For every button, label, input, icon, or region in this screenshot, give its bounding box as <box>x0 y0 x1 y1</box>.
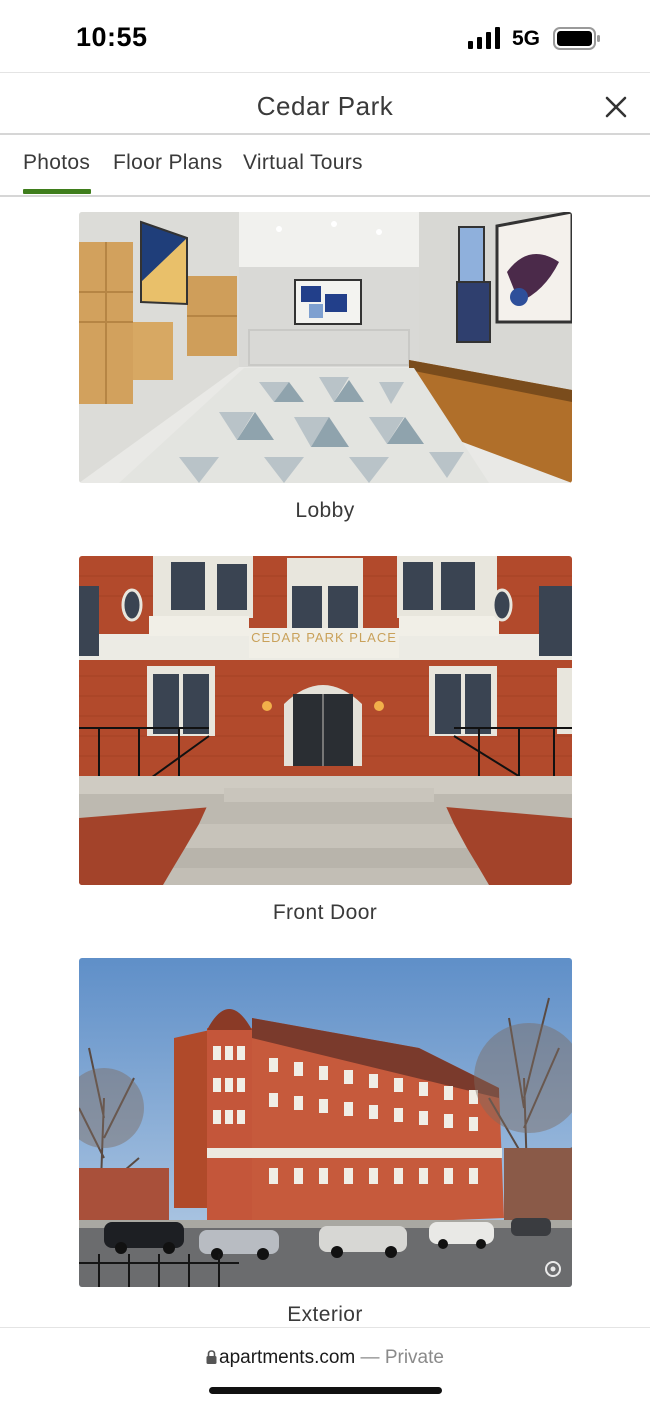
photo-caption: Lobby <box>295 499 355 522</box>
status-time: 10:55 <box>76 22 148 52</box>
signal-bars-icon <box>468 27 500 49</box>
photo-exterior[interactable] <box>79 958 572 1287</box>
photo-front-door[interactable] <box>79 556 572 885</box>
page-title: Cedar Park <box>256 91 394 121</box>
media-tabs: Photos Floor Plans Virtual Tours <box>0 135 650 197</box>
status-bar: 10:55 5G <box>0 0 650 72</box>
tab-virtual-tours[interactable]: Virtual Tours <box>243 151 363 175</box>
private-label: — Private <box>355 1347 444 1368</box>
network-type: 5G <box>512 27 541 50</box>
browser-bar: apartments.com — Private <box>0 1327 650 1406</box>
battery-icon <box>553 27 600 50</box>
tab-floor-plans[interactable]: Floor Plans <box>113 151 223 175</box>
url-display[interactable]: apartments.com — Private <box>0 1347 650 1369</box>
photo-caption: Exterior <box>287 1303 363 1326</box>
active-tab-indicator <box>23 189 91 194</box>
photo-lobby[interactable] <box>79 212 572 483</box>
url-domain: apartments.com <box>219 1347 356 1368</box>
photo-caption: Front Door <box>272 901 378 924</box>
home-indicator[interactable] <box>209 1387 442 1394</box>
gallery-header: Cedar Park <box>0 72 650 135</box>
close-icon[interactable] <box>603 94 629 120</box>
photo-gallery: Lobby Front Door CEDAR PARK PLACE Exteri… <box>0 197 650 1327</box>
building-sign: CEDAR PARK PLACE <box>251 630 397 645</box>
tab-photos[interactable]: Photos <box>23 151 90 175</box>
lock-icon <box>206 1350 217 1364</box>
